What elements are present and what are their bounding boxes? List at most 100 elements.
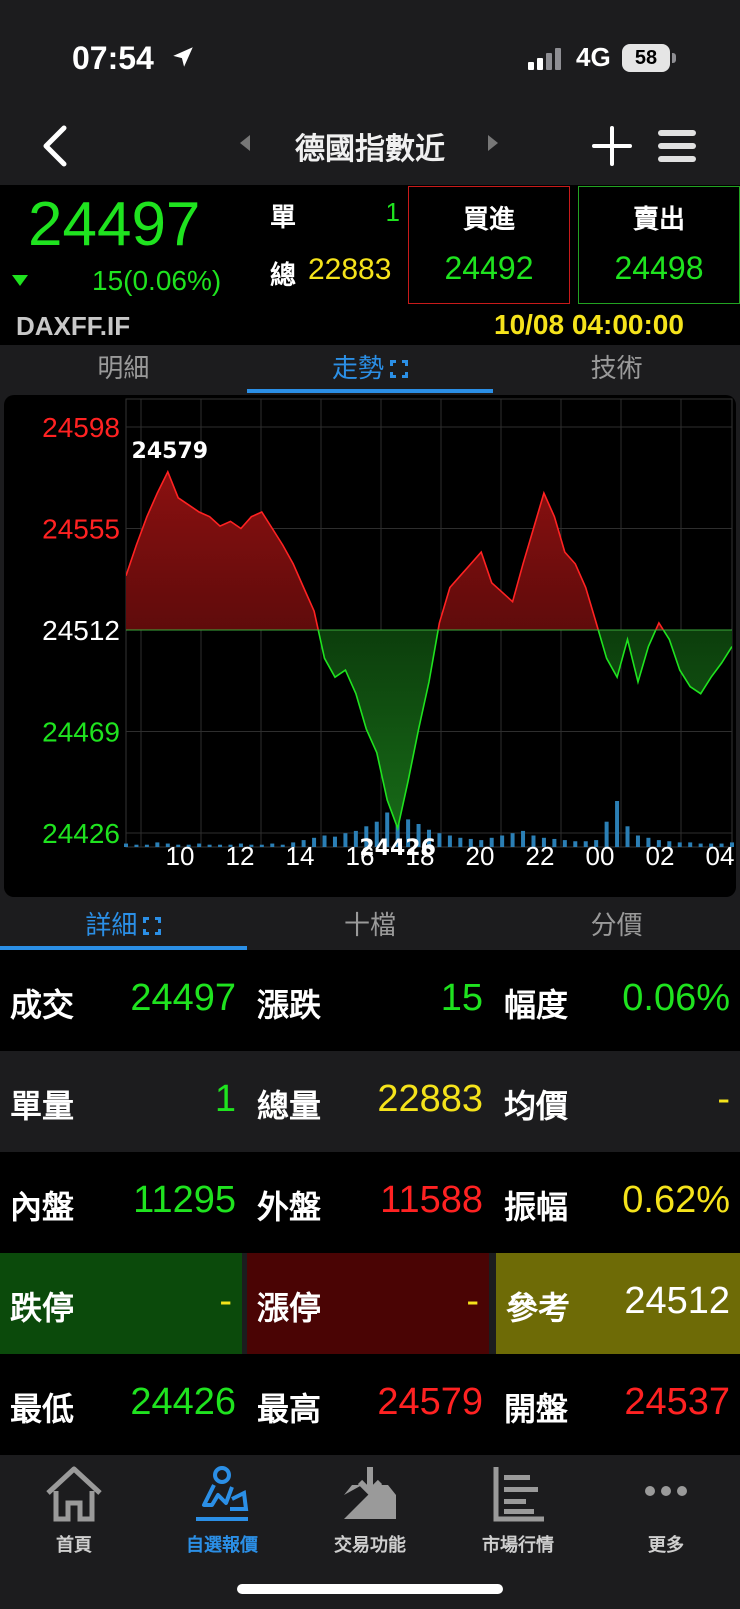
tab-ten-levels[interactable]: 十檔: [247, 902, 494, 950]
bid-price: 24492: [444, 250, 534, 286]
detail-cell-change: 漲跌 15: [247, 950, 493, 1051]
expand-detail-icon[interactable]: [143, 917, 162, 935]
detail-value: 24426: [130, 1381, 236, 1423]
ask-price: 24498: [614, 250, 704, 286]
detail-key: 單量: [10, 1087, 75, 1125]
detail-value: 15: [440, 977, 483, 1019]
detail-cell-high: 最高 24579: [247, 1354, 493, 1455]
sell-label: 賣出: [632, 205, 685, 235]
chart-panel: 24598 24555 24512 24469 24426 10 12 14 16 18 20 22 0…: [4, 395, 736, 897]
battery-icon: 58: [622, 44, 670, 72]
tab-detail[interactable]: 詳細: [0, 902, 247, 950]
volume-bar: [510, 833, 515, 847]
volume-bar: [197, 843, 202, 847]
volume-bar: [437, 833, 442, 847]
detail-value: 24579: [377, 1381, 483, 1423]
tabbar-item-watchlist[interactable]: 自選報價: [148, 1465, 296, 1557]
detail-cell-percent: 幅度 0.06%: [494, 950, 740, 1051]
detail-cell-open: 開盤 24537: [494, 1354, 740, 1455]
status-time: 07:54: [72, 40, 154, 76]
detail-cell-total-volume: 總量 22883: [247, 1051, 493, 1152]
trade-icon: [344, 1467, 396, 1519]
volume-bar: [155, 842, 160, 847]
y-tick-label: 24555: [42, 514, 120, 545]
tabbar-item-market[interactable]: 市場行情: [444, 1465, 592, 1557]
volume-bar: [500, 835, 505, 847]
tab-trend-label: 走勢: [332, 354, 385, 384]
volume-bar: [635, 835, 640, 847]
volume-bar: [625, 826, 630, 847]
x-tick-label: 22: [526, 841, 555, 871]
add-icon[interactable]: [590, 124, 634, 168]
tab-technical[interactable]: 技術: [493, 345, 740, 393]
last-price: 24497: [28, 190, 201, 259]
back-icon[interactable]: [36, 120, 72, 172]
detail-cell-inner: 內盤 11295: [0, 1152, 246, 1253]
volume-bar: [207, 844, 212, 847]
detail-key: 跌停: [10, 1289, 75, 1327]
detail-row: 成交 24497 漲跌 15 幅度 0.06%: [0, 950, 740, 1051]
detail-grid: 成交 24497 漲跌 15 幅度 0.06% 單量 1 總量 22883 均價 - 內盤 1…: [0, 950, 740, 1455]
detail-value: 11588: [380, 1179, 483, 1221]
detail-row: 跌停 - 漲停 - 參考 24512: [0, 1253, 740, 1354]
detail-tabs: 詳細 十檔 分價: [0, 902, 740, 950]
detail-cell-single-volume: 單量 1: [0, 1051, 246, 1152]
more-icon: [645, 1486, 687, 1496]
symbol-code: DAXFF.IF: [16, 311, 131, 341]
detail-cell-reference: 參考 24512: [496, 1253, 740, 1354]
x-tick-label: 02: [646, 841, 675, 871]
home-indicator: [237, 1584, 503, 1594]
tab-detail-label: 詳細: [85, 911, 138, 941]
detail-cell-amplitude: 振幅 0.62%: [494, 1152, 740, 1253]
volume-bar: [688, 842, 693, 847]
tab-details-list[interactable]: 明細: [0, 345, 247, 393]
detail-key: 振幅: [504, 1188, 569, 1226]
buy-button[interactable]: 買進 24492: [408, 186, 570, 304]
detail-row: 單量 1 總量 22883 均價 -: [0, 1051, 740, 1152]
detail-value: -: [219, 1280, 232, 1322]
tab-price-volume[interactable]: 分價: [493, 902, 740, 950]
tab-trend[interactable]: 走勢: [246, 345, 494, 393]
tabbar-item-home[interactable]: 首頁: [0, 1465, 148, 1557]
volume-bar: [677, 842, 682, 847]
next-symbol-icon[interactable]: [486, 134, 500, 152]
quote-header: 24497 15(0.06%) 單 1 總 22883 買進 24492 賣出 …: [0, 185, 740, 345]
intraday-chart[interactable]: 245982455524512244692442610 12 14 16 18 20 22 0…: [4, 395, 736, 897]
detail-value: 24537: [624, 1381, 730, 1423]
tabbar-item-trade[interactable]: 交易功能: [296, 1465, 444, 1557]
tabbar-label: 自選報價: [186, 1535, 258, 1556]
total-volume-value: 22883: [308, 253, 392, 286]
menu-icon[interactable]: [656, 124, 698, 168]
chart-tabs: 明細 走勢 技術: [0, 345, 740, 393]
detail-value: 0.62%: [622, 1179, 730, 1221]
x-tick-label: 04: [706, 841, 735, 871]
detail-cell-low: 最低 24426: [0, 1354, 246, 1455]
nav-bar: 德國指數近: [0, 110, 740, 185]
detail-key: 開盤: [504, 1390, 569, 1428]
volume-bar: [270, 843, 275, 847]
tabbar-item-more[interactable]: 更多: [592, 1465, 740, 1557]
detail-key: 內盤: [10, 1188, 75, 1226]
previous-symbol-icon[interactable]: [238, 134, 252, 152]
low-annotation: 24426: [359, 836, 436, 861]
detail-value: -: [466, 1280, 479, 1322]
tabbar-label: 市場行情: [482, 1535, 554, 1556]
detail-value: 22883: [377, 1078, 483, 1120]
sell-button[interactable]: 賣出 24498: [578, 186, 740, 304]
volume-bar: [144, 844, 149, 847]
x-tick-label: 12: [226, 841, 255, 871]
high-annotation: 24579: [132, 439, 209, 464]
detail-value: 1: [214, 1078, 236, 1120]
x-tick-label: 10: [166, 841, 195, 871]
detail-key: 最高: [257, 1390, 322, 1428]
home-icon: [46, 1466, 102, 1522]
volume-bar: [698, 843, 703, 847]
page-title: 德國指數近: [295, 132, 445, 167]
volume-bar: [332, 836, 337, 847]
y-tick-label: 24512: [42, 615, 120, 646]
location-arrow-icon: [173, 47, 193, 67]
buy-label: 買進: [462, 205, 515, 235]
x-tick-label: 14: [286, 841, 315, 871]
signal-icon: [528, 48, 561, 70]
expand-icon[interactable]: [390, 360, 409, 378]
